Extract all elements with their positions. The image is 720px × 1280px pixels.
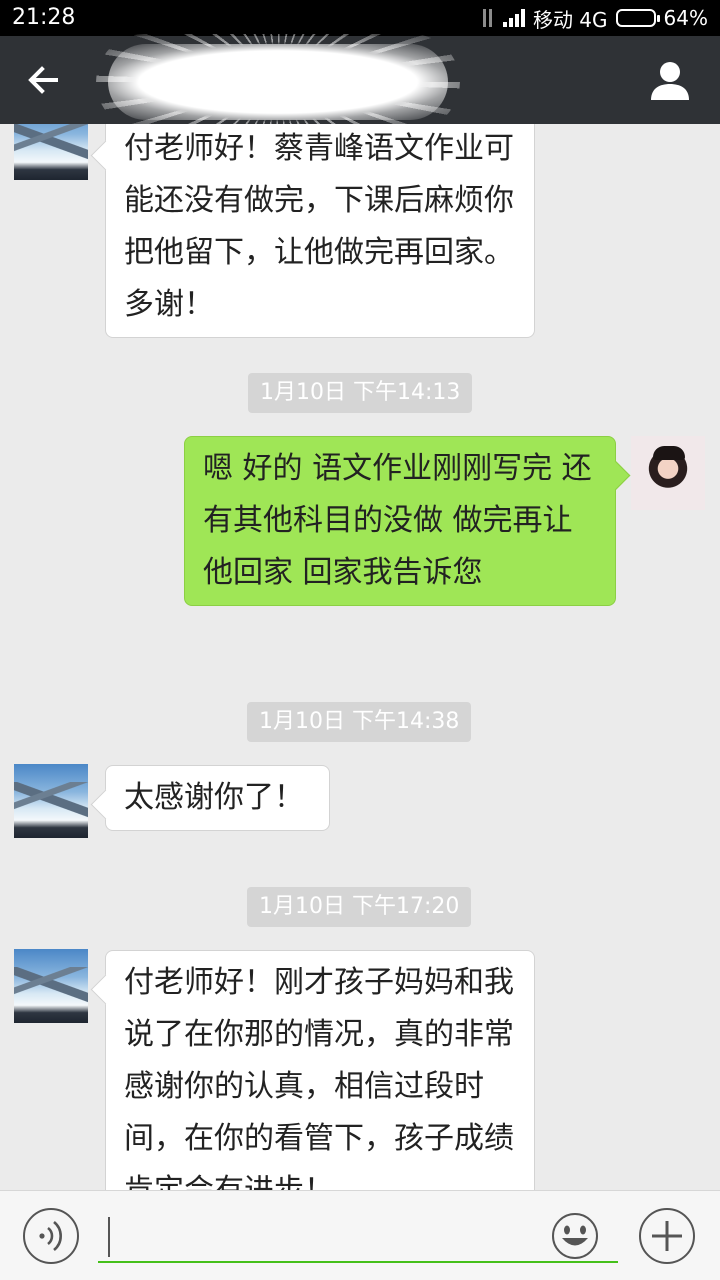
message-bubble-outgoing[interactable]: 嗯 好的 语文作业刚刚写完 还有其他科目的没做 做完再让他回家 回家我告诉您 xyxy=(184,436,616,606)
status-indicators: 移动 4G 64% xyxy=(481,5,708,32)
message-bubble-incoming[interactable]: 付老师好！蔡青峰语文作业可能还没有做完，下课后麻烦你把他留下，让他做完再回家。多… xyxy=(105,124,535,338)
message-bubble-incoming[interactable]: 太感谢你了！ xyxy=(105,765,330,831)
smiley-icon[interactable] xyxy=(546,1207,604,1265)
battery-icon xyxy=(615,9,660,27)
status-time: 21:28 xyxy=(12,5,76,30)
message-text-input[interactable] xyxy=(98,1211,618,1263)
mountain-avatar[interactable] xyxy=(14,949,88,1023)
mountain-avatar[interactable] xyxy=(14,764,88,838)
message-list[interactable]: 付老师好！蔡青峰语文作业可能还没有做完，下课后麻烦你把他留下，让他做完再回家。多… xyxy=(0,124,720,1190)
arrow-left-icon[interactable] xyxy=(22,58,66,102)
person-icon[interactable] xyxy=(648,58,692,102)
girl-avatar[interactable] xyxy=(631,436,705,510)
carrier-label: 移动 4G xyxy=(532,7,608,32)
obscured-contact-name xyxy=(108,44,448,120)
data-disabled-icon xyxy=(481,9,495,27)
message-bubble-incoming[interactable]: 付老师好！刚才孩子妈妈和我说了在你那的情况，真的非常感谢你的认真，相信过段时间，… xyxy=(105,950,535,1190)
message-input-bar xyxy=(0,1190,720,1280)
message-timestamp: 1月10日 下午17:20 xyxy=(247,887,472,927)
plus-icon[interactable] xyxy=(638,1207,696,1265)
message-timestamp: 1月10日 下午14:13 xyxy=(248,373,473,413)
signal-strength-icon xyxy=(502,9,525,27)
battery-percent: 64% xyxy=(663,6,708,30)
text-caret xyxy=(108,1217,110,1257)
chat-header xyxy=(0,36,720,124)
voice-icon[interactable] xyxy=(22,1207,80,1265)
status-bar: 21:28 移动 4G 64% xyxy=(0,0,720,36)
mountain-avatar[interactable] xyxy=(14,124,88,180)
message-timestamp: 1月10日 下午14:38 xyxy=(247,702,472,742)
